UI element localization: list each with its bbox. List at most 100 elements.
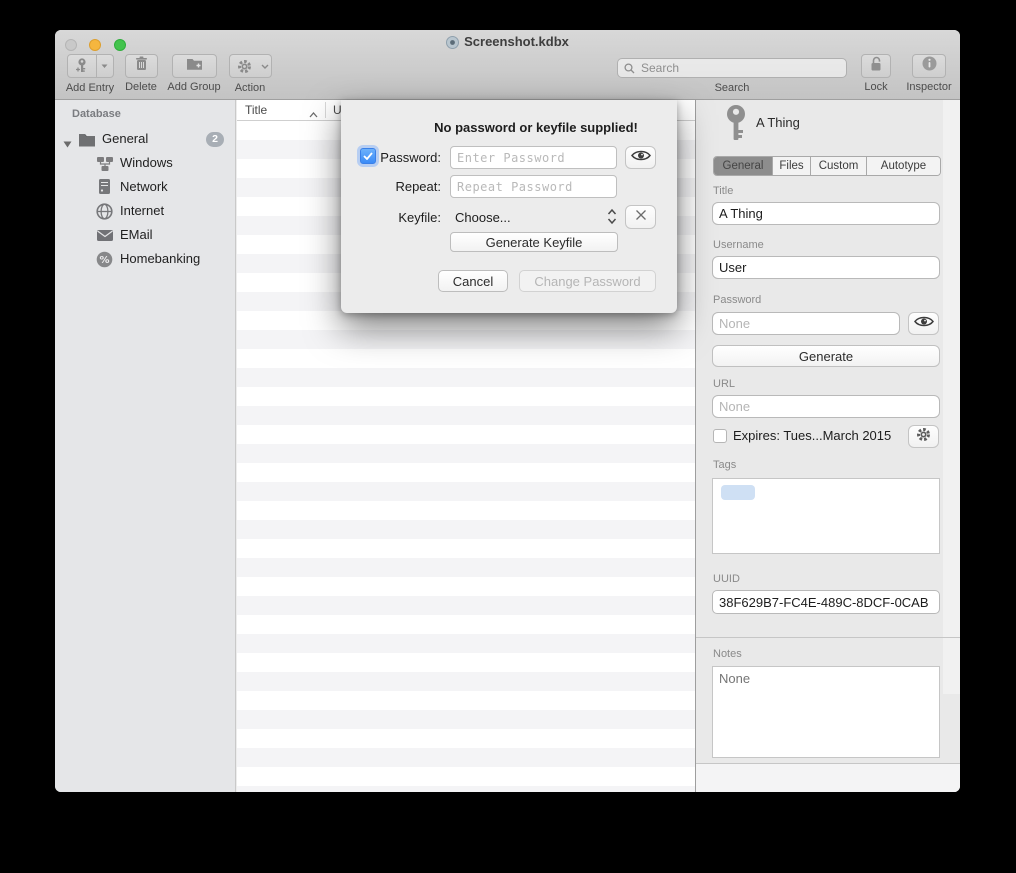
dialog-repeat-label: Repeat:	[377, 179, 441, 194]
toolbar-group-action: Action	[225, 54, 275, 94]
add-group-button[interactable]	[172, 54, 217, 78]
lock-open-icon	[869, 56, 883, 77]
tag-pill[interactable]	[721, 485, 755, 500]
toolbar-group-inspector: Inspector	[901, 54, 957, 93]
dialog-password-input[interactable]	[450, 146, 617, 169]
generate-keyfile-button[interactable]: Generate Keyfile	[450, 232, 618, 252]
add-entry-dropdown-arrow[interactable]	[96, 55, 112, 77]
globe-icon	[96, 203, 113, 223]
stepper-icon[interactable]	[607, 208, 617, 230]
column-separator[interactable]	[325, 102, 326, 118]
expires-checkbox[interactable]	[713, 429, 727, 443]
toolbar-group-add-entry: Add Entry	[61, 54, 119, 94]
sidebar-item-label: Windows	[120, 155, 173, 170]
password-field[interactable]	[712, 312, 900, 335]
disclosure-triangle-icon[interactable]	[63, 136, 72, 151]
username-field[interactable]	[712, 256, 940, 279]
folder-icon	[78, 132, 96, 150]
sidebar-item-network[interactable]: Network	[55, 176, 235, 200]
dialog-message: No password or keyfile supplied!	[396, 120, 676, 135]
sidebar-item-windows[interactable]: Windows	[55, 152, 235, 176]
inspector-label: Inspector	[901, 81, 957, 93]
eye-icon	[631, 149, 651, 167]
tab-general[interactable]: General	[714, 157, 773, 175]
keyfile-popup[interactable]: Choose...	[455, 210, 511, 225]
tags-box[interactable]	[712, 478, 940, 554]
window-header: Screenshot.kdbx Add Entry Delete	[55, 30, 960, 100]
password-checkbox[interactable]	[360, 148, 376, 164]
tab-autotype[interactable]: Autotype	[867, 157, 940, 175]
entry-count-badge: 2	[206, 132, 224, 147]
entry-title: A Thing	[756, 115, 800, 130]
add-entry-button[interactable]	[67, 54, 114, 78]
sidebar-item-general[interactable]: General 2	[55, 128, 235, 152]
search-field[interactable]	[617, 58, 847, 78]
password-field-label: Password	[713, 294, 761, 306]
uuid-field[interactable]	[712, 590, 940, 614]
close-x-icon	[635, 208, 647, 226]
tags-label: Tags	[713, 459, 736, 471]
toolbar-group-search: Search	[611, 54, 853, 94]
title-field[interactable]	[712, 202, 940, 225]
column-header-title[interactable]: Title	[245, 103, 267, 117]
expires-settings-button[interactable]	[908, 425, 939, 448]
eye-icon	[914, 315, 934, 333]
trash-icon	[135, 56, 148, 76]
document-icon	[446, 36, 459, 52]
sidebar-item-label: General	[102, 131, 148, 146]
url-field[interactable]	[712, 395, 940, 418]
sidebar-item-label: Internet	[120, 203, 164, 218]
sidebar-header: Database	[72, 108, 121, 120]
inspector-tabs: General Files Custom Autotype	[713, 156, 941, 176]
sidebar: Database General 2 Windows Network	[55, 100, 236, 792]
section-divider	[696, 637, 960, 638]
url-field-label: URL	[713, 378, 735, 390]
sidebar-item-email[interactable]: EMail	[55, 224, 235, 248]
action-button[interactable]	[229, 54, 272, 78]
tab-custom[interactable]: Custom	[811, 157, 867, 175]
sidebar-item-internet[interactable]: Internet	[55, 200, 235, 224]
search-label: Search	[611, 82, 853, 94]
notes-label: Notes	[713, 648, 742, 660]
tab-files[interactable]: Files	[773, 157, 811, 175]
sidebar-item-label: EMail	[120, 227, 153, 242]
uuid-label: UUID	[713, 573, 740, 585]
toolbar-group-delete: Delete	[119, 54, 163, 93]
svg-text:%: %	[99, 255, 109, 266]
toolbar-group-lock: Lock	[855, 54, 897, 93]
change-password-button[interactable]: Change Password	[519, 270, 656, 292]
sidebar-item-label: Network	[120, 179, 168, 194]
add-entry-label: Add Entry	[61, 82, 119, 94]
show-password-button[interactable]	[908, 312, 939, 335]
generate-password-button[interactable]: Generate	[712, 345, 940, 367]
lock-label: Lock	[855, 81, 897, 93]
action-label: Action	[225, 82, 275, 94]
toolbar-group-add-group: Add Group	[163, 54, 225, 93]
delete-label: Delete	[119, 81, 163, 93]
sidebar-item-homebanking[interactable]: % Homebanking	[55, 248, 235, 272]
search-input[interactable]	[639, 60, 840, 76]
title-field-label: Title	[713, 185, 733, 197]
cancel-button[interactable]: Cancel	[438, 270, 508, 292]
dialog-show-password-button[interactable]	[625, 146, 656, 169]
delete-button[interactable]	[125, 54, 158, 78]
expires-row: Expires: Tues...March 2015	[713, 428, 891, 443]
change-password-dialog: No password or keyfile supplied! Passwor…	[341, 100, 677, 313]
inspector-button[interactable]	[912, 54, 946, 78]
search-icon	[624, 63, 635, 74]
notes-field[interactable]	[712, 666, 940, 758]
dialog-password-label: Password:	[377, 150, 441, 165]
clear-keyfile-button[interactable]	[625, 205, 656, 229]
lock-button[interactable]	[861, 54, 891, 78]
add-group-label: Add Group	[163, 81, 225, 93]
workgroup-icon	[96, 156, 114, 175]
username-field-label: Username	[713, 239, 764, 251]
sidebar-item-label: Homebanking	[120, 251, 200, 266]
dialog-keyfile-label: Keyfile:	[377, 210, 441, 225]
gear-icon	[916, 427, 931, 447]
inspector-scrollbar[interactable]	[943, 100, 960, 694]
dialog-repeat-input[interactable]	[450, 175, 617, 198]
window-title: Screenshot.kdbx	[55, 34, 960, 52]
inspector-panel: A Thing General Files Custom Autotype Ti…	[696, 100, 960, 792]
info-icon	[922, 56, 937, 76]
